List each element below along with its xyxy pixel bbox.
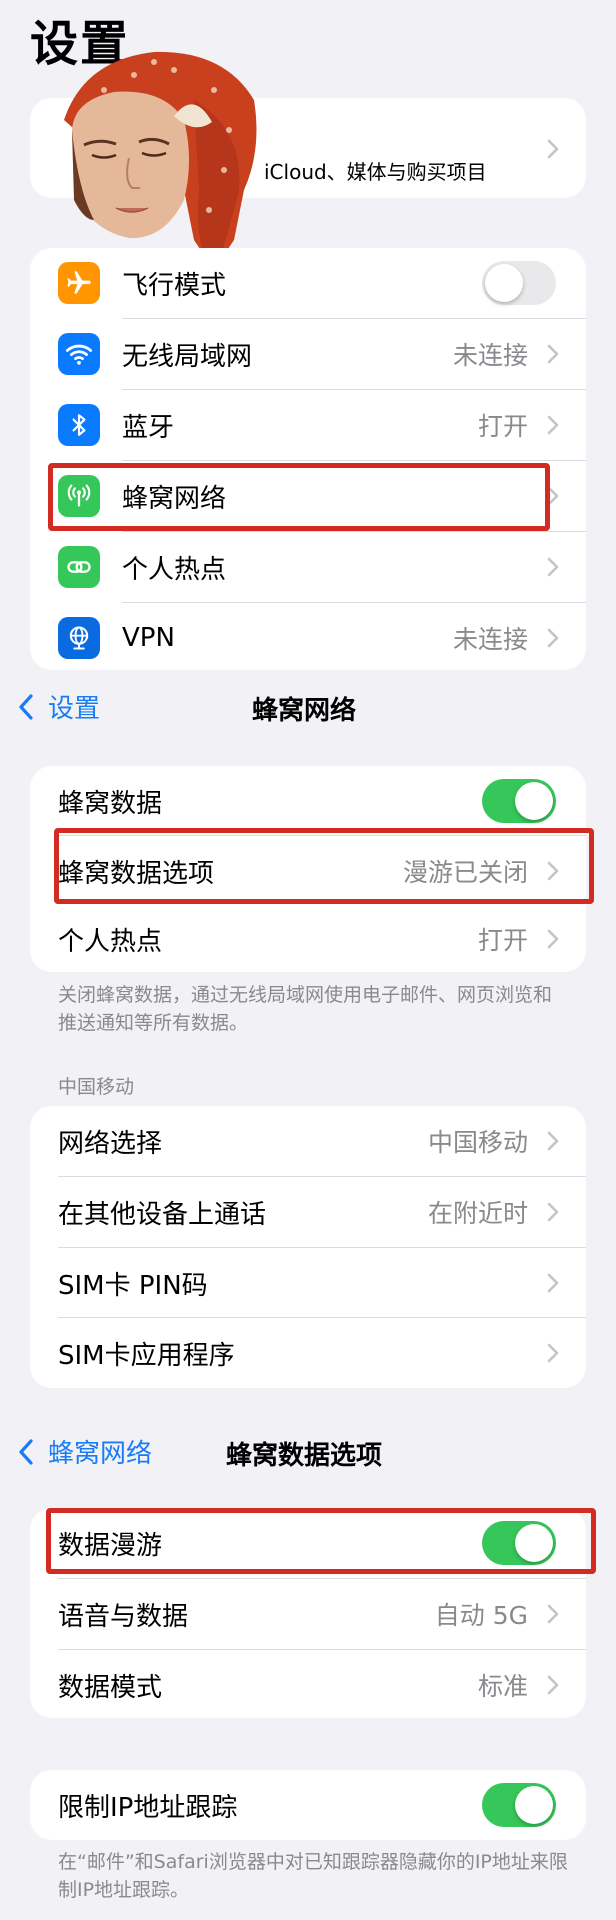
chevron-right-icon (547, 1131, 559, 1151)
settings-row-value: 未连接 (452, 341, 528, 370)
row-network-selection[interactable]: 网络选择 中国移动 (30, 1106, 586, 1176)
settings-row-label: 飞行模式 (122, 270, 227, 301)
row-label: 蜂窝数据 (58, 788, 163, 819)
settings-card: 飞行模式 无线局域网 未连接 蓝牙 打开 蜂窝网络 个人热点 VPN 未连接 (30, 248, 586, 670)
back-button-settings[interactable]: 设置 (16, 688, 100, 725)
row-label: 语音与数据 (58, 1601, 189, 1632)
settings-row-label: 个人热点 (122, 554, 227, 585)
settings-row-bluetooth[interactable]: 蓝牙 打开 (30, 390, 586, 460)
wifi-icon (58, 333, 100, 375)
chevron-right-icon (547, 1604, 559, 1624)
row-voice-and-data[interactable]: 语音与数据 自动 5G (30, 1579, 586, 1649)
hotspot-link-icon (58, 546, 100, 588)
ip-tracking-card: 限制IP地址跟踪 (30, 1770, 586, 1840)
row-value: 打开 (477, 926, 528, 955)
row-label: SIM卡 PIN码 (58, 1270, 208, 1301)
row-value: 中国移动 (427, 1128, 528, 1157)
settings-row-airplane-mode[interactable]: 飞行模式 (30, 248, 586, 318)
toggle-knob (485, 264, 523, 302)
chevron-right-icon (547, 628, 559, 648)
row-label: 网络选择 (58, 1128, 163, 1159)
toggle-knob (515, 1786, 553, 1824)
cellular-data-toggle[interactable] (482, 779, 556, 823)
cellular-footnote: 关闭蜂窝数据，通过无线局域网使用电子邮件、网页浏览和推送通知等所有数据。 (58, 984, 553, 1034)
row-personal-hotspot[interactable]: 个人热点 打开 (30, 904, 586, 972)
row-value: 在附近时 (427, 1199, 528, 1228)
highlight-box-cellular-data-options (54, 828, 594, 904)
chevron-right-icon (547, 139, 559, 159)
chevron-right-icon (547, 415, 559, 435)
airplane-icon (58, 262, 100, 304)
settings-row-personal-hotspot[interactable]: 个人热点 (30, 532, 586, 602)
limit-ip-tracking-toggle[interactable] (482, 1783, 556, 1827)
row-value: 自动 5G (434, 1601, 528, 1630)
chevron-right-icon (547, 929, 559, 949)
settings-row-value: 未连接 (452, 625, 528, 654)
row-sim-pin[interactable]: SIM卡 PIN码 (30, 1248, 586, 1318)
globe-icon (58, 617, 100, 659)
row-label: SIM卡应用程序 (58, 1340, 235, 1371)
row-label: 个人热点 (58, 926, 163, 957)
chevron-right-icon (547, 1273, 559, 1293)
chevron-left-icon (19, 1438, 33, 1465)
highlight-box-data-roaming (46, 1508, 596, 1574)
bluetooth-icon (58, 404, 100, 446)
back-button-label: 蜂窝网络 (48, 1439, 153, 1469)
airplane-mode-toggle[interactable] (482, 261, 556, 305)
settings-row-value: 打开 (477, 412, 528, 441)
chevron-left-icon (19, 693, 33, 720)
row-calls-on-other-devices[interactable]: 在其他设备上通话 在附近时 (30, 1177, 586, 1247)
row-label: 在其他设备上通话 (58, 1199, 267, 1230)
chevron-right-icon (547, 1202, 559, 1222)
carrier-card: 网络选择 中国移动 在其他设备上通话 在附近时 SIM卡 PIN码 SIM卡应用… (30, 1106, 586, 1388)
row-label: 数据模式 (58, 1672, 163, 1703)
chevron-right-icon (547, 1675, 559, 1695)
row-label: 限制IP地址跟踪 (58, 1792, 238, 1823)
row-data-mode[interactable]: 数据模式 标准 (30, 1650, 586, 1718)
settings-row-label: 无线局域网 (122, 341, 253, 372)
settings-row-label: VPN (122, 623, 175, 653)
settings-row-wifi[interactable]: 无线局域网 未连接 (30, 319, 586, 389)
row-cellular-data[interactable]: 蜂窝数据 (30, 766, 586, 836)
highlight-box-cellular (48, 463, 550, 531)
chevron-right-icon (547, 344, 559, 364)
toggle-knob (515, 782, 553, 820)
settings-row-vpn[interactable]: VPN 未连接 (30, 603, 586, 670)
chevron-right-icon (547, 557, 559, 577)
back-button-label: 设置 (48, 694, 101, 724)
row-sim-applications[interactable]: SIM卡应用程序 (30, 1318, 586, 1388)
row-limit-ip-tracking[interactable]: 限制IP地址跟踪 (30, 1770, 586, 1840)
settings-row-label: 蓝牙 (122, 412, 175, 443)
row-value: 标准 (477, 1672, 528, 1701)
section-header-carrier: 中国移动 (58, 1076, 135, 1098)
nav-title-cellular: 蜂窝网络 (252, 696, 357, 726)
nav-title-cellular-data-options: 蜂窝数据选项 (226, 1441, 383, 1471)
ip-footnote: 在“邮件”和Safari浏览器中对已知跟踪器隐藏你的IP地址来限制IP地址跟踪。 (58, 1851, 568, 1901)
profile-subtitle: iCloud、媒体与购买项目 (264, 160, 487, 184)
chevron-right-icon (547, 1343, 559, 1363)
back-button-cellular[interactable]: 蜂窝网络 (16, 1433, 152, 1470)
